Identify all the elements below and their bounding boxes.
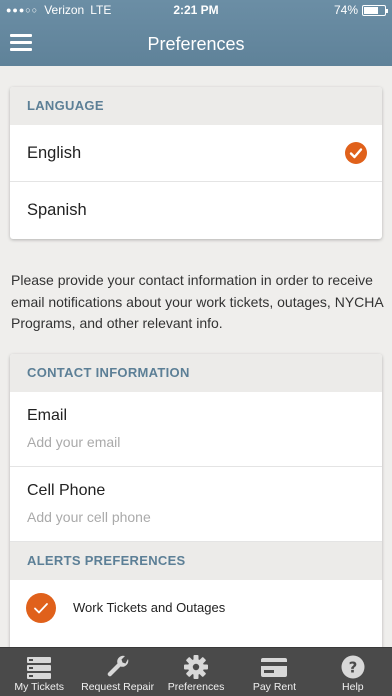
battery-percent: 74% — [333, 3, 358, 17]
phone-label: Cell Phone — [27, 482, 106, 499]
tickets-icon — [26, 654, 52, 680]
checkmark-icon — [345, 142, 367, 164]
alerts-heading: ALERTS PREFERENCES — [10, 542, 382, 580]
language-option-label: English — [27, 144, 82, 162]
card-icon — [261, 654, 288, 680]
battery-icon — [362, 4, 388, 16]
tab-label: Request Repair — [81, 681, 155, 693]
header-bar: ●●●○○ Verizon LTE 2:21 PM 74% Preference… — [0, 0, 392, 66]
language-heading: LANGUAGE — [10, 87, 382, 125]
email-field-row: Email — [10, 392, 382, 467]
gear-icon — [183, 654, 209, 680]
tab-my-tickets[interactable]: My Tickets — [0, 648, 78, 696]
help-icon: ? — [340, 654, 366, 680]
phone-field-row: Cell Phone — [10, 467, 382, 542]
status-bar: ●●●○○ Verizon LTE 2:21 PM 74% — [0, 0, 392, 20]
contact-intro-text: Please provide your contact information … — [11, 272, 383, 331]
email-label: Email — [27, 407, 68, 424]
email-field[interactable] — [27, 434, 357, 450]
language-option-label: Spanish — [27, 201, 87, 219]
svg-text:?: ? — [348, 659, 357, 677]
tab-request-repair[interactable]: Request Repair — [78, 648, 156, 696]
tab-pay-rent[interactable]: Pay Rent — [235, 648, 313, 696]
tab-label: Pay Rent — [252, 681, 297, 693]
wrench-icon — [105, 654, 131, 680]
page-title: Preferences — [147, 34, 245, 54]
alert-option-work-tickets[interactable]: Work Tickets and Outages — [10, 580, 382, 636]
language-card: LANGUAGE English Spanish — [10, 87, 382, 239]
contact-card: CONTACT INFORMATION Email Cell Phone ALE… — [10, 354, 382, 654]
cell-phone-field[interactable] — [27, 509, 357, 525]
tab-label: Help — [342, 681, 364, 693]
contact-heading: CONTACT INFORMATION — [10, 354, 382, 392]
tab-preferences[interactable]: Preferences — [157, 648, 235, 696]
tab-help[interactable]: ? Help — [314, 648, 392, 696]
language-option-english[interactable]: English — [10, 125, 382, 182]
alert-option-label: Work Tickets and Outages — [73, 600, 226, 615]
tab-label: My Tickets — [14, 681, 64, 693]
tab-bar: My Tickets Request Repair Preferences Pa… — [0, 647, 392, 696]
tab-label: Preferences — [167, 681, 225, 693]
checkmark-icon — [26, 593, 56, 623]
language-option-spanish[interactable]: Spanish — [10, 182, 382, 239]
